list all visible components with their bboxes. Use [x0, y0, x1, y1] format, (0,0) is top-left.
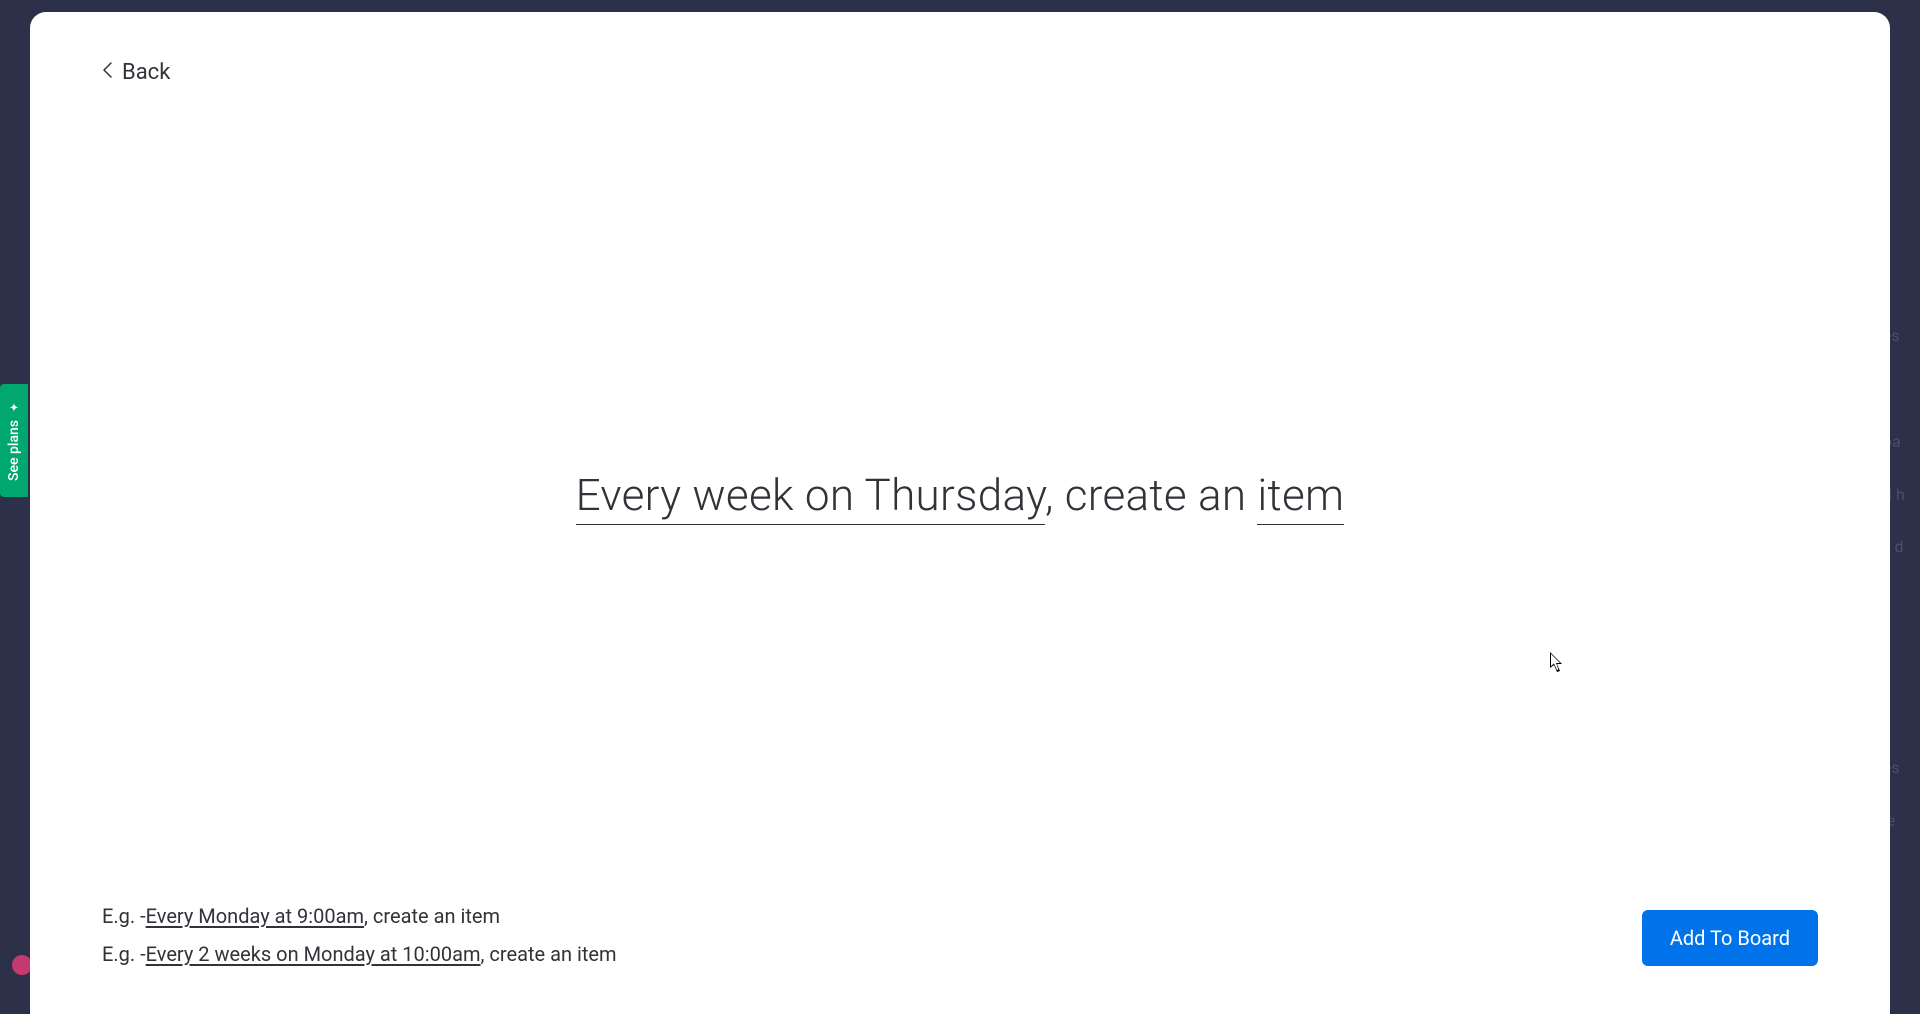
schedule-trigger-field[interactable]: Every week on Thursday	[576, 469, 1045, 525]
example-item: E.g. - Every 2 weeks on Monday at 10:00a…	[102, 942, 617, 966]
automation-sentence-area: Every week on Thursday, create an item	[102, 85, 1818, 904]
example-prefix: E.g. -	[102, 904, 146, 928]
example-suffix: , create an item	[364, 904, 500, 928]
see-plans-tab[interactable]: See plans ✦	[0, 384, 28, 497]
back-button[interactable]: Back	[102, 60, 170, 85]
add-to-board-button[interactable]: Add To Board	[1642, 910, 1818, 966]
example-item: E.g. - Every Monday at 9:00am , create a…	[102, 904, 617, 928]
automation-modal: Back Every week on Thursday, create an i…	[30, 12, 1890, 1014]
back-label: Back	[122, 60, 170, 85]
sparkle-icon: ✦	[7, 400, 21, 414]
chevron-left-icon	[102, 61, 114, 84]
example-prefix: E.g. -	[102, 942, 146, 966]
example-suffix: , create an item	[481, 942, 617, 966]
examples-list: E.g. - Every Monday at 9:00am , create a…	[102, 904, 617, 966]
modal-footer: E.g. - Every Monday at 9:00am , create a…	[102, 904, 1818, 966]
automation-sentence: Every week on Thursday, create an item	[576, 469, 1345, 521]
item-target-field[interactable]: item	[1257, 469, 1344, 525]
example-link[interactable]: Every 2 weeks on Monday at 10:00am	[146, 942, 481, 966]
avatar	[12, 955, 32, 975]
example-link[interactable]: Every Monday at 9:00am	[146, 904, 364, 928]
sentence-connector: , create an	[1045, 469, 1257, 521]
see-plans-label: See plans	[6, 420, 22, 481]
